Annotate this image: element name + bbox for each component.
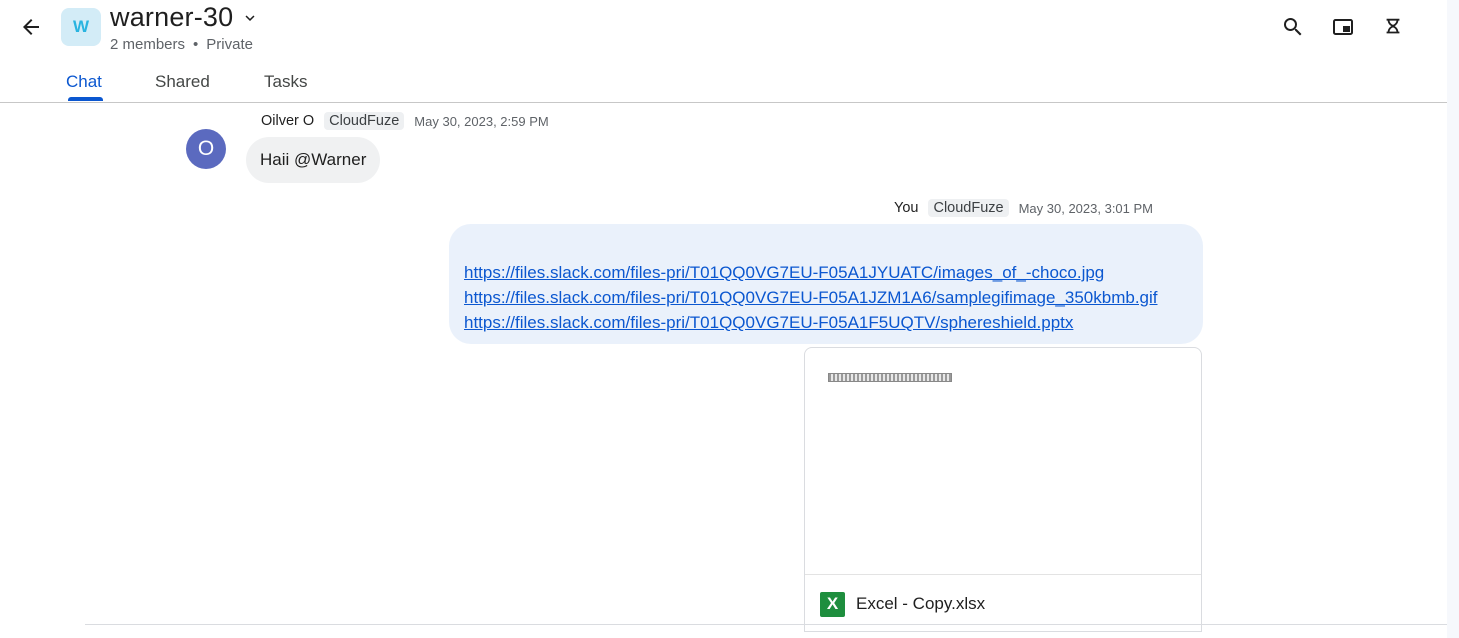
tab-tasks[interactable]: Tasks xyxy=(264,72,307,92)
composer-divider xyxy=(85,624,1447,625)
avatar[interactable]: O xyxy=(186,129,226,169)
space-avatar-letter: W xyxy=(72,17,90,36)
picture-in-picture-icon xyxy=(1333,19,1353,35)
space-name: warner-30 xyxy=(110,2,234,32)
chevron-down-icon xyxy=(245,14,255,21)
excel-icon: X xyxy=(820,591,845,617)
sender-name: You xyxy=(894,200,919,216)
sender-name[interactable]: Oilver O xyxy=(261,113,314,129)
message-timestamp: May 30, 2023, 2:59 PM xyxy=(414,113,549,129)
search-button[interactable] xyxy=(1273,7,1313,47)
excel-icon-letter: X xyxy=(826,594,839,613)
file-link[interactable]: https://files.slack.com/files-pri/T01QQ0… xyxy=(464,285,1203,310)
file-link[interactable]: https://files.slack.com/files-pri/T01QQ0… xyxy=(464,310,1203,335)
space-avatar: W xyxy=(61,8,101,46)
back-button[interactable] xyxy=(11,7,51,47)
incoming-message-bubble[interactable]: Haii @Warner xyxy=(246,137,381,183)
picture-in-picture-button[interactable] xyxy=(1323,7,1363,47)
tab-chat[interactable]: Chat xyxy=(66,72,102,92)
back-arrow-icon xyxy=(23,19,39,35)
space-title-button[interactable]: warner-30 xyxy=(110,2,259,33)
message-header: You CloudFuze May 30, 2023, 3:01 PM xyxy=(894,199,1153,217)
message-timestamp: May 30, 2023, 3:01 PM xyxy=(1018,200,1154,216)
right-panel-edge xyxy=(1447,0,1459,638)
message-text: Haii @Warner xyxy=(260,150,367,169)
avatar-letter: O xyxy=(197,137,215,160)
separator-dot: • xyxy=(193,36,199,53)
file-link[interactable]: https://files.slack.com/files-pri/T01QQ0… xyxy=(464,260,1203,285)
attachment-name: Excel - Copy.xlsx xyxy=(856,594,986,613)
hourglass-button[interactable] xyxy=(1373,7,1413,47)
org-badge: CloudFuze xyxy=(928,199,1009,217)
org-badge: CloudFuze xyxy=(324,112,405,130)
hourglass-icon xyxy=(1386,18,1400,34)
header-divider xyxy=(0,102,1447,103)
message-header: Oilver O CloudFuze May 30, 2023, 2:59 PM xyxy=(261,112,549,130)
spreadsheet-preview xyxy=(828,373,952,382)
tab-shared[interactable]: Shared xyxy=(155,72,210,92)
member-count: 2 members xyxy=(110,36,186,53)
space-subtitle: 2 members • Private xyxy=(110,36,253,53)
outgoing-message-bubble[interactable]: https://files.slack.com/files-pri/T01QQ0… xyxy=(449,224,1203,344)
search-icon xyxy=(1284,18,1302,36)
privacy-label: Private xyxy=(206,36,253,53)
attachment-card[interactable]: X Excel - Copy.xlsx xyxy=(804,347,1202,632)
active-tab-indicator xyxy=(68,97,103,101)
